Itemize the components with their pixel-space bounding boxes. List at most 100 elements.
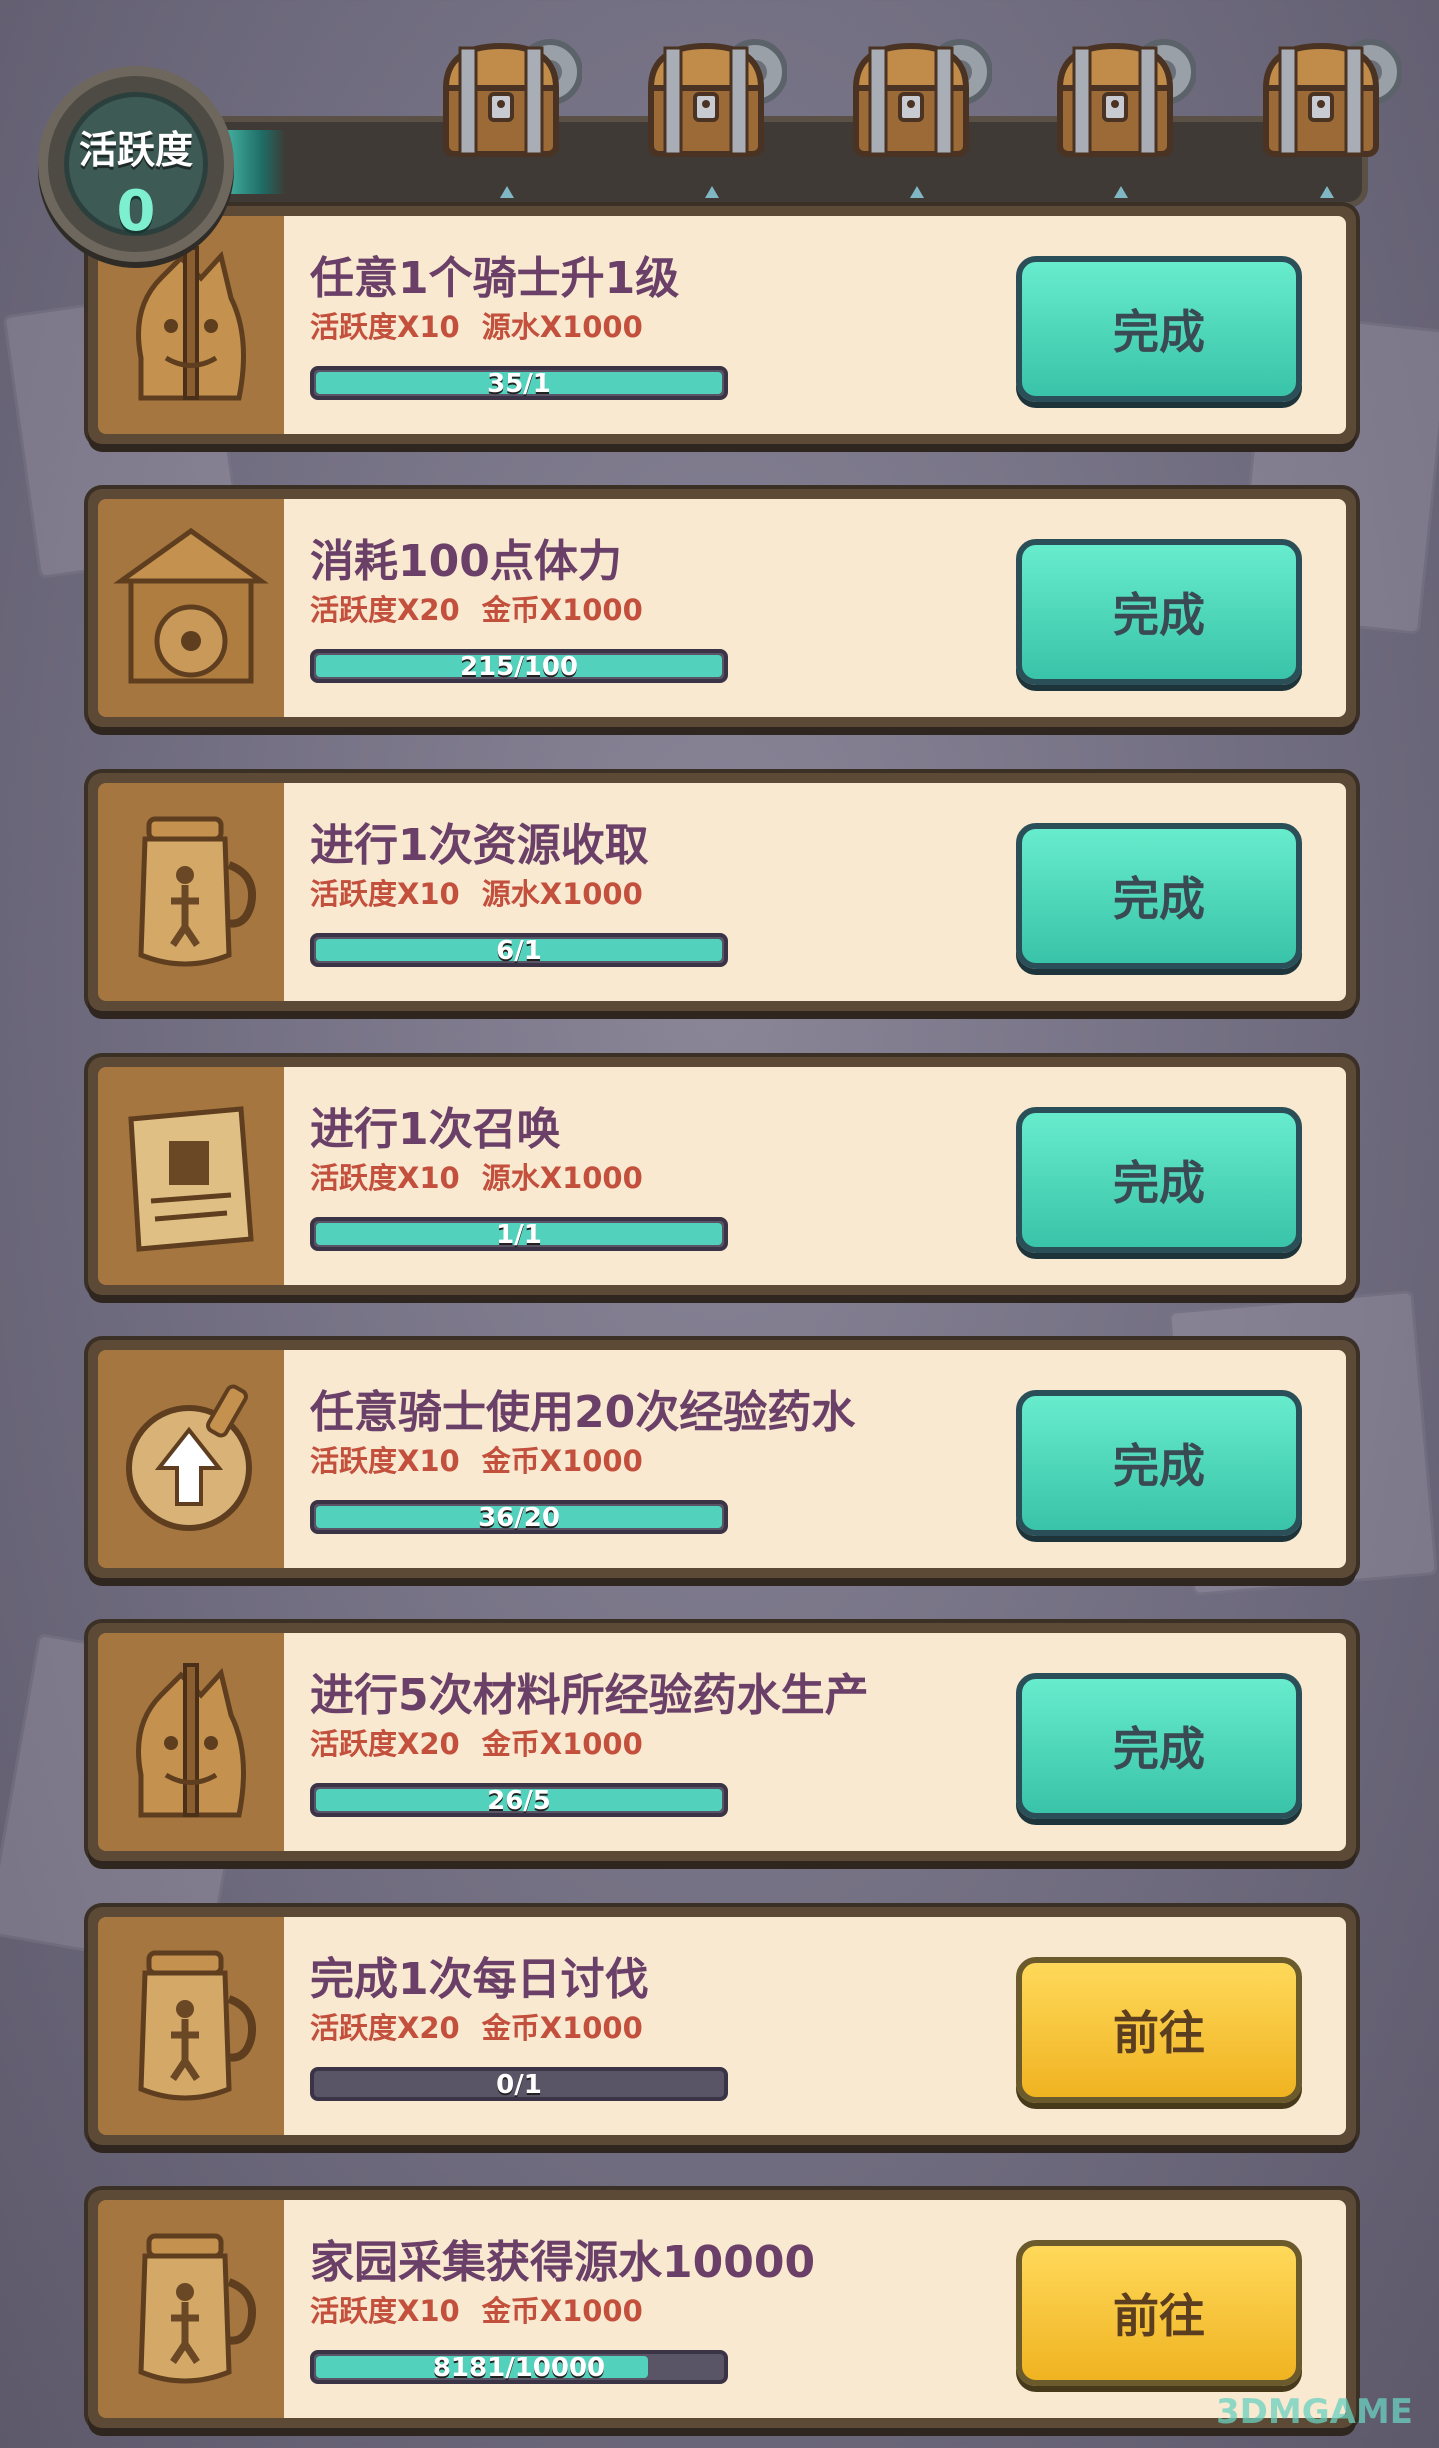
task-progress-text: 36/20 xyxy=(478,1503,560,1533)
reward-item: 金币X1000 xyxy=(481,2294,643,2328)
task-card: 完成1次每日讨伐 活跃度X20 金币X1000 0/1 前往 xyxy=(88,1907,1356,2145)
gate-icon xyxy=(111,521,271,695)
chest-threshold-marker xyxy=(1114,186,1128,198)
reward-activity: 活跃度X10 xyxy=(310,2294,460,2328)
knight-portrait-icon xyxy=(111,238,271,412)
reward-activity: 活跃度X20 xyxy=(310,593,460,627)
complete-button[interactable]: 完成 xyxy=(1016,1673,1302,1819)
task-progress-bar: 8181/10000 xyxy=(310,2350,728,2384)
reward-chest-icon[interactable] xyxy=(1252,24,1403,174)
jar-icon xyxy=(111,1939,271,2113)
task-progress-text: 6/1 xyxy=(496,936,542,966)
task-icon-panel xyxy=(98,2200,284,2418)
task-icon-panel xyxy=(98,1350,284,1568)
reward-item: 金币X1000 xyxy=(481,1444,643,1478)
reward-item: 金币X1000 xyxy=(481,593,643,627)
jar-icon xyxy=(111,2222,271,2396)
task-title: 进行1次召唤 xyxy=(310,1104,561,1155)
chest-threshold-marker xyxy=(500,186,514,198)
task-card: 进行1次召唤 活跃度X10 源水X1000 1/1 完成 xyxy=(88,1057,1356,1295)
activity-badge-inner: 活跃度 0 xyxy=(64,92,208,244)
task-title: 任意1个骑士升1级 xyxy=(310,253,680,304)
task-title: 消耗100点体力 xyxy=(310,536,622,587)
activity-value: 0 xyxy=(116,179,156,244)
task-rewards: 活跃度X10 金币X1000 xyxy=(310,2288,643,2330)
task-progress-bar: 0/1 xyxy=(310,2067,728,2101)
task-progress-bar: 35/1 xyxy=(310,366,728,400)
task-title: 完成1次每日讨伐 xyxy=(310,1954,649,2005)
reward-item: 金币X1000 xyxy=(481,2011,643,2045)
potion-icon xyxy=(111,1372,271,1546)
task-rewards: 活跃度X20 金币X1000 xyxy=(310,1721,643,1763)
watermark: 3DMGAME xyxy=(1216,2392,1413,2432)
reward-chest-icon[interactable] xyxy=(637,24,788,174)
task-content: 消耗100点体力 活跃度X20 金币X1000 215/100 完成 xyxy=(284,499,1346,717)
knight-portrait-icon xyxy=(111,1655,271,1829)
task-progress-text: 8181/10000 xyxy=(432,2353,606,2383)
task-icon-panel xyxy=(98,499,284,717)
task-card: 进行5次材料所经验药水生产 活跃度X20 金币X1000 26/5 完成 xyxy=(88,1623,1356,1861)
task-progress-text: 26/5 xyxy=(487,1786,551,1816)
reward-activity: 活跃度X10 xyxy=(310,1161,460,1195)
reward-chest-icon[interactable] xyxy=(1046,24,1197,174)
task-progress-bar: 215/100 xyxy=(310,649,728,683)
jar-icon xyxy=(111,805,271,979)
task-content: 进行1次召唤 活跃度X10 源水X1000 1/1 完成 xyxy=(284,1067,1346,1285)
complete-button[interactable]: 完成 xyxy=(1016,539,1302,685)
reward-activity: 活跃度X10 xyxy=(310,1444,460,1478)
task-progress-text: 215/100 xyxy=(459,652,579,682)
reward-activity: 活跃度X20 xyxy=(310,1727,460,1761)
go-button[interactable]: 前往 xyxy=(1016,1957,1302,2103)
reward-item: 源水X1000 xyxy=(481,877,643,911)
task-progress-bar: 6/1 xyxy=(310,933,728,967)
task-title: 进行1次资源收取 xyxy=(310,820,649,871)
task-content: 进行5次材料所经验药水生产 活跃度X20 金币X1000 26/5 完成 xyxy=(284,1633,1346,1851)
activity-badge: 活跃度 0 xyxy=(38,66,234,262)
chest-threshold-marker xyxy=(705,186,719,198)
go-button[interactable]: 前往 xyxy=(1016,2240,1302,2386)
task-card: 家园采集获得源水10000 活跃度X10 金币X1000 8181/10000 前… xyxy=(88,2190,1356,2428)
task-rewards: 活跃度X10 源水X1000 xyxy=(310,1155,643,1197)
complete-button[interactable]: 完成 xyxy=(1016,256,1302,402)
task-rewards: 活跃度X10 源水X1000 xyxy=(310,871,643,913)
task-rewards: 活跃度X20 金币X1000 xyxy=(310,587,643,629)
reward-activity: 活跃度X10 xyxy=(310,310,460,344)
task-progress-text: 0/1 xyxy=(496,2070,542,2100)
activity-label: 活跃度 xyxy=(78,128,193,172)
complete-button[interactable]: 完成 xyxy=(1016,823,1302,969)
task-content: 任意骑士使用20次经验药水 活跃度X10 金币X1000 36/20 完成 xyxy=(284,1350,1346,1568)
task-content: 完成1次每日讨伐 活跃度X20 金币X1000 0/1 前往 xyxy=(284,1917,1346,2135)
task-progress-text: 35/1 xyxy=(487,369,551,399)
reward-activity: 活跃度X20 xyxy=(310,2011,460,2045)
reward-activity: 活跃度X10 xyxy=(310,877,460,911)
task-content: 进行1次资源收取 活跃度X10 源水X1000 6/1 完成 xyxy=(284,783,1346,1001)
scroll-icon xyxy=(111,1089,271,1263)
task-card: 消耗100点体力 活跃度X20 金币X1000 215/100 完成 xyxy=(88,489,1356,727)
task-icon-panel xyxy=(98,783,284,1001)
task-progress-bar: 26/5 xyxy=(310,1783,728,1817)
chest-threshold-marker xyxy=(1320,186,1334,198)
task-title: 进行5次材料所经验药水生产 xyxy=(310,1670,869,1721)
reward-item: 金币X1000 xyxy=(481,1727,643,1761)
task-title: 任意骑士使用20次经验药水 xyxy=(310,1387,856,1438)
reward-item: 源水X1000 xyxy=(481,1161,643,1195)
task-content: 家园采集获得源水10000 活跃度X10 金币X1000 8181/10000 前… xyxy=(284,2200,1346,2418)
task-progress-bar: 36/20 xyxy=(310,1500,728,1534)
complete-button[interactable]: 完成 xyxy=(1016,1107,1302,1253)
task-rewards: 活跃度X10 金币X1000 xyxy=(310,1438,643,1480)
reward-chest-icon[interactable] xyxy=(842,24,993,174)
task-rewards: 活跃度X20 金币X1000 xyxy=(310,2005,643,2047)
task-icon-panel xyxy=(98,1917,284,2135)
task-content: 任意1个骑士升1级 活跃度X10 源水X1000 35/1 完成 xyxy=(284,216,1346,434)
task-card: 进行1次资源收取 活跃度X10 源水X1000 6/1 完成 xyxy=(88,773,1356,1011)
task-progress-bar: 1/1 xyxy=(310,1217,728,1251)
complete-button[interactable]: 完成 xyxy=(1016,1390,1302,1536)
task-card: 任意1个骑士升1级 活跃度X10 源水X1000 35/1 完成 xyxy=(88,206,1356,444)
reward-chest-icon[interactable] xyxy=(432,24,583,174)
task-progress-text: 1/1 xyxy=(496,1220,542,1250)
task-rewards: 活跃度X10 源水X1000 xyxy=(310,304,643,346)
task-card: 任意骑士使用20次经验药水 活跃度X10 金币X1000 36/20 完成 xyxy=(88,1340,1356,1578)
task-icon-panel xyxy=(98,1067,284,1285)
chest-threshold-marker xyxy=(910,186,924,198)
reward-item: 源水X1000 xyxy=(481,310,643,344)
